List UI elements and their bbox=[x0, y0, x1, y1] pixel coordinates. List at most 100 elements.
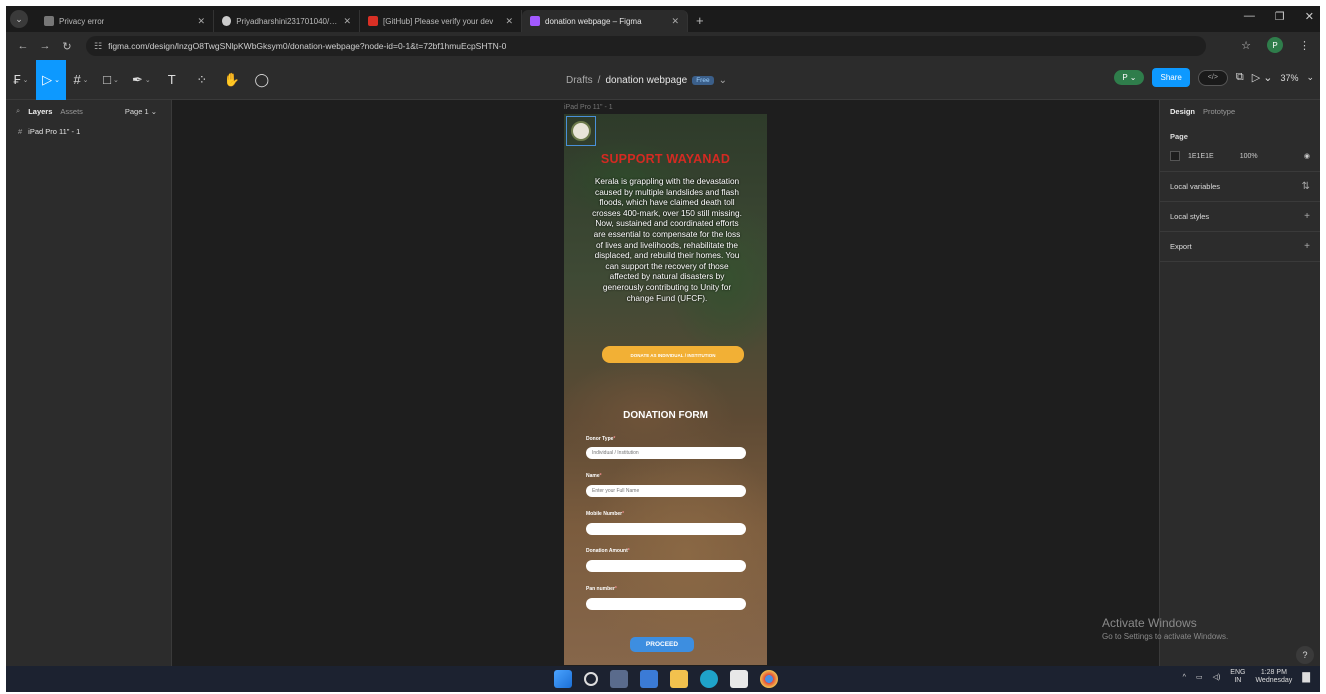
tab-assets[interactable]: Assets bbox=[60, 107, 83, 116]
figma-icon bbox=[530, 16, 540, 26]
close-tab-icon[interactable]: ✕ bbox=[337, 16, 351, 27]
site-settings-icon[interactable]: ☷ bbox=[94, 41, 102, 52]
tab-github-repo[interactable]: Priyadharshini231701040/UI-U ✕ bbox=[214, 10, 360, 32]
donor-type-input[interactable] bbox=[586, 447, 746, 459]
name-input[interactable] bbox=[586, 485, 746, 497]
file-name[interactable]: donation webpage bbox=[605, 75, 687, 86]
user-avatar[interactable]: P ⌄ bbox=[1114, 70, 1145, 85]
windows-taskbar: ^ ▭ ◁) ENG IN 1:28 PM Wednesday ▇ bbox=[6, 666, 1320, 692]
hand-tool-button[interactable]: ✋ bbox=[217, 60, 247, 100]
network-icon[interactable]: ▭ bbox=[1196, 673, 1203, 681]
close-tab-icon[interactable]: ✕ bbox=[665, 16, 679, 27]
tab-privacy-error[interactable]: Privacy error ✕ bbox=[36, 10, 214, 32]
move-tool-button[interactable]: ▷ ⌄ bbox=[36, 59, 66, 100]
tab-design[interactable]: Design bbox=[1170, 107, 1195, 116]
comment-tool-button[interactable]: ◯ bbox=[247, 60, 277, 100]
mobile-number-input[interactable] bbox=[586, 523, 746, 535]
rectangle-icon: □ bbox=[103, 72, 111, 87]
figma-toolbar: ₣ ⌄ ▷ ⌄ # ⌄ □ ⌄ ✒ ⌄ T ⁘ ✋ ◯ Drafts / donation… bbox=[6, 59, 1320, 100]
donate-button[interactable]: DONATE AS INDIVIDUAL / INSTITUTION bbox=[602, 346, 744, 363]
logo-emblem-icon bbox=[571, 121, 591, 141]
page-color-value[interactable]: 1E1E1E bbox=[1188, 153, 1214, 160]
breadcrumb-drafts[interactable]: Drafts bbox=[566, 75, 593, 86]
resources-icon: ⁘ bbox=[196, 71, 208, 87]
browser-tab-strip: ⌄ Privacy error ✕ Priyadharshini23170104… bbox=[6, 6, 1320, 32]
start-icon[interactable] bbox=[554, 670, 572, 688]
close-window-icon[interactable]: ✕ bbox=[1305, 10, 1314, 23]
zoom-level[interactable]: 37% bbox=[1280, 73, 1298, 83]
reload-icon[interactable]: ↻ bbox=[56, 40, 78, 53]
window-controls: — ❐ ✕ bbox=[1244, 10, 1314, 23]
restore-icon[interactable]: ❐ bbox=[1275, 10, 1285, 23]
pan-number-input[interactable] bbox=[586, 598, 746, 610]
shape-tool-button[interactable]: □ ⌄ bbox=[96, 60, 126, 100]
hero-description: Kerala is grappling with the devastation… bbox=[592, 176, 742, 303]
profile-avatar[interactable]: P bbox=[1267, 37, 1283, 53]
activate-windows-subtitle: Go to Settings to activate Windows. bbox=[1102, 632, 1229, 641]
library-icon[interactable]: ⧉ bbox=[1236, 71, 1244, 84]
properties-panel: Design Prototype Page 1E1E1E 100% ◉ Loca… bbox=[1159, 100, 1320, 666]
ipad-frame[interactable]: SUPPORT WAYANAD Kerala is grappling with… bbox=[564, 114, 767, 665]
main-menu-button[interactable]: ₣ ⌄ bbox=[6, 60, 36, 100]
page-selector[interactable]: Page 1 ⌄ bbox=[125, 107, 157, 116]
tab-gmail[interactable]: [GitHub] Please verify your dev ✕ bbox=[360, 10, 522, 32]
chrome-icon[interactable] bbox=[760, 670, 778, 688]
frame-icon: # bbox=[73, 72, 81, 87]
forward-icon[interactable]: → bbox=[34, 40, 56, 52]
add-export-icon[interactable]: + bbox=[1304, 241, 1310, 252]
volume-icon[interactable]: ◁) bbox=[1213, 673, 1221, 681]
file-explorer-icon[interactable] bbox=[670, 670, 688, 688]
task-view-icon[interactable] bbox=[610, 670, 628, 688]
file-menu-chevron-icon[interactable]: ⌄ bbox=[719, 75, 727, 86]
dev-mode-toggle[interactable]: </> bbox=[1197, 69, 1228, 86]
notification-icon[interactable]: ▇ bbox=[1302, 672, 1310, 683]
page-section: Page 1E1E1E 100% ◉ bbox=[1160, 122, 1320, 172]
search-icon[interactable]: ⌕ bbox=[16, 106, 20, 116]
share-button[interactable]: Share bbox=[1152, 68, 1190, 87]
zoom-chevron-icon[interactable]: ⌄ bbox=[1306, 72, 1314, 83]
name-label: Name* bbox=[586, 473, 602, 479]
tab-figma[interactable]: donation webpage – Figma ✕ bbox=[522, 10, 688, 32]
sort-icon[interactable]: ⇅ bbox=[1302, 181, 1310, 192]
clock[interactable]: 1:28 PM Wednesday bbox=[1255, 669, 1292, 685]
menu-kebab-icon[interactable]: ⋮ bbox=[1299, 39, 1310, 52]
new-tab-icon[interactable]: + bbox=[688, 13, 712, 28]
close-tab-icon[interactable]: ✕ bbox=[499, 16, 513, 27]
bookmark-star-icon[interactable]: ☆ bbox=[1241, 39, 1251, 52]
back-icon[interactable]: ← bbox=[12, 40, 34, 52]
layer-item[interactable]: # iPad Pro 11" - 1 bbox=[6, 122, 171, 140]
widgets-icon[interactable] bbox=[640, 670, 658, 688]
present-icon[interactable]: ▷ ⌄ bbox=[1252, 71, 1273, 84]
text-tool-button[interactable]: T bbox=[157, 60, 187, 100]
tab-prototype[interactable]: Prototype bbox=[1203, 107, 1235, 116]
logo[interactable] bbox=[566, 116, 596, 146]
tab-search-chevron-icon[interactable]: ⌄ bbox=[10, 10, 28, 28]
resources-button[interactable]: ⁘ bbox=[187, 60, 217, 100]
donation-amount-input[interactable] bbox=[586, 560, 746, 572]
close-tab-icon[interactable]: ✕ bbox=[191, 16, 205, 27]
page-color-swatch[interactable] bbox=[1170, 151, 1180, 161]
page-opacity-value[interactable]: 100% bbox=[1240, 153, 1258, 160]
proceed-button[interactable]: PROCEED bbox=[630, 637, 694, 652]
store-icon[interactable] bbox=[730, 670, 748, 688]
form-title: DONATION FORM bbox=[623, 410, 708, 421]
pan-number-label: Pan number* bbox=[586, 586, 617, 592]
language-indicator[interactable]: ENG IN bbox=[1230, 669, 1245, 685]
frame-tool-button[interactable]: # ⌄ bbox=[66, 60, 96, 100]
edge-icon[interactable] bbox=[700, 670, 718, 688]
hero-title: SUPPORT WAYANAD bbox=[600, 152, 731, 166]
local-variables-section[interactable]: Local variables ⇅ bbox=[1160, 172, 1320, 202]
frame-label[interactable]: iPad Pro 11" - 1 bbox=[564, 104, 613, 111]
design-canvas[interactable]: iPad Pro 11" - 1 SUPPORT WAYANAD Kerala … bbox=[172, 100, 1159, 666]
url-input[interactable]: ☷ figma.com/design/lnzgO8TwgSNlpKWbGksym… bbox=[86, 36, 1206, 56]
add-style-icon[interactable]: + bbox=[1304, 211, 1310, 222]
tray-chevron-icon[interactable]: ^ bbox=[1183, 674, 1186, 681]
plan-badge: Free bbox=[692, 75, 714, 85]
minimize-icon[interactable]: — bbox=[1244, 10, 1255, 23]
search-icon[interactable] bbox=[584, 672, 598, 686]
help-icon[interactable]: ? bbox=[1296, 646, 1314, 664]
tab-layers[interactable]: Layers bbox=[28, 107, 52, 116]
github-icon bbox=[222, 16, 232, 26]
visibility-eye-icon[interactable]: ◉ bbox=[1304, 152, 1310, 160]
pen-tool-button[interactable]: ✒ ⌄ bbox=[126, 60, 157, 100]
